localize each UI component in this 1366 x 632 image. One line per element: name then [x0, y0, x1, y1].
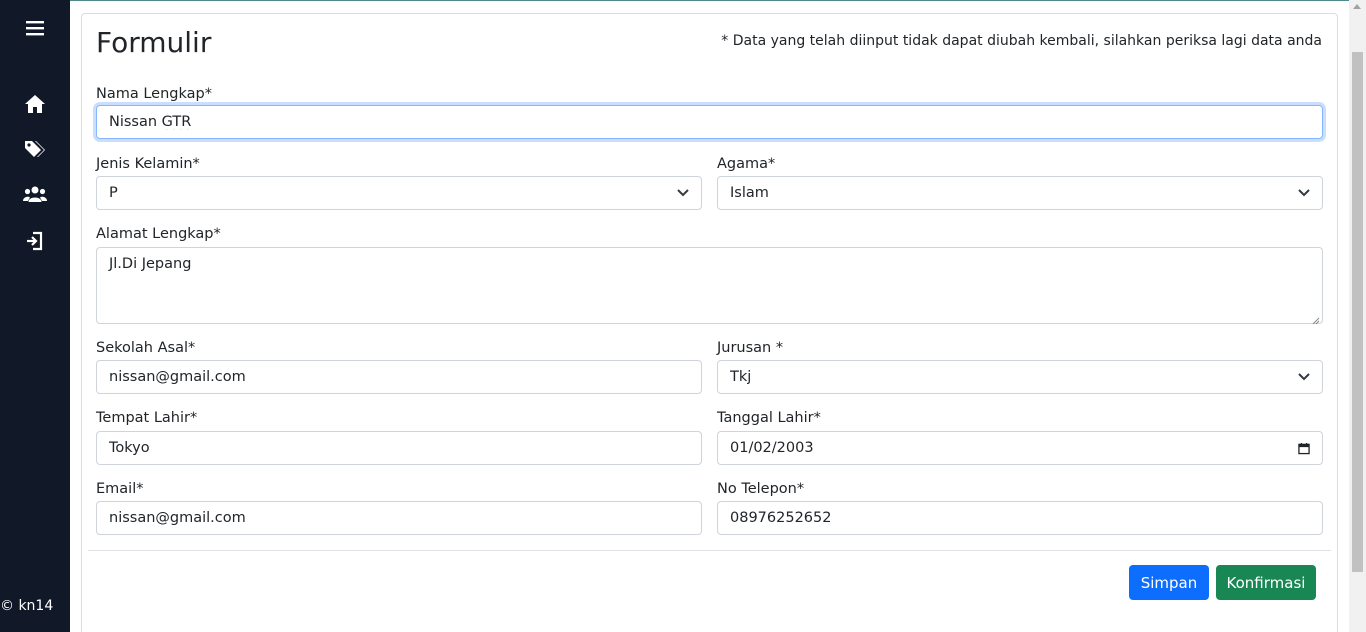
- footer-copyright: © kn14: [0, 598, 54, 614]
- nama-label: Nama Lengkap*: [96, 86, 212, 102]
- jurusan-label: Jurusan *: [717, 340, 784, 356]
- users-icon[interactable]: [23, 182, 47, 206]
- tempat-lahir-value: Tokyo: [109, 440, 150, 456]
- jenis-kelamin-value: P: [109, 185, 118, 201]
- alamat-value: Jl.Di Jepang: [109, 256, 192, 272]
- nama-value-word2: GTR: [161, 114, 192, 130]
- sidebar: © kn14: [0, 0, 70, 632]
- tanggal-lahir-label: Tanggal Lahir*: [717, 410, 821, 426]
- home-icon[interactable]: [23, 92, 47, 116]
- agama-value: Islam: [730, 185, 769, 201]
- simpan-button[interactable]: Simpan: [1129, 565, 1209, 600]
- email-label: Email*: [96, 481, 144, 497]
- jurusan-select[interactable]: Tkj: [717, 360, 1323, 394]
- agama-select[interactable]: Islam: [717, 176, 1323, 210]
- jenis-kelamin-label: Jenis Kelamin*: [96, 156, 200, 172]
- divider: [88, 550, 1331, 551]
- resize-handle-icon[interactable]: [1312, 313, 1320, 325]
- telepon-label: No Telepon*: [717, 481, 805, 497]
- chevron-down-icon: [1298, 187, 1310, 199]
- notice-text: * Data yang telah diinput tidak dapat di…: [721, 33, 1322, 49]
- menu-icon[interactable]: [23, 16, 47, 40]
- telepon-input[interactable]: 08976252652: [717, 501, 1323, 535]
- logout-icon[interactable]: [23, 229, 47, 253]
- chevron-down-icon: [1298, 371, 1310, 383]
- tempat-lahir-input[interactable]: Tokyo: [96, 431, 702, 465]
- sekolah-label: Sekolah Asal*: [96, 340, 196, 356]
- nama-value-word1: Nissan: [109, 114, 158, 130]
- top-border: [70, 0, 1366, 1]
- tags-icon[interactable]: [23, 137, 47, 161]
- telepon-value: 08976252652: [730, 510, 832, 526]
- tanggal-lahir-input[interactable]: 01/02/2003: [717, 431, 1323, 465]
- konfirmasi-button[interactable]: Konfirmasi: [1216, 565, 1316, 600]
- jenis-kelamin-select[interactable]: P: [96, 176, 702, 210]
- email-input[interactable]: nissan@gmail.com: [96, 501, 702, 535]
- tanggal-lahir-value: 01/02/2003: [730, 440, 814, 456]
- alamat-label: Alamat Lengkap*: [96, 226, 221, 242]
- tempat-lahir-label: Tempat Lahir*: [96, 410, 198, 426]
- agama-label: Agama*: [717, 156, 776, 172]
- alamat-textarea[interactable]: Jl.Di Jepang: [96, 247, 1323, 325]
- scroll-up-arrow-icon[interactable]: [1353, 4, 1361, 9]
- calendar-icon[interactable]: [1298, 442, 1310, 454]
- chevron-down-icon: [677, 187, 689, 199]
- email-value: nissan@gmail.com: [109, 510, 246, 526]
- page-title: Formulir: [96, 26, 212, 59]
- nama-input[interactable]: Nissan GTR: [96, 105, 1323, 139]
- jurusan-value: Tkj: [730, 369, 752, 385]
- scrollbar[interactable]: [1349, 0, 1366, 632]
- scrollbar-thumb[interactable]: [1352, 52, 1363, 572]
- sekolah-value: nissan@gmail.com: [109, 369, 246, 385]
- sekolah-input[interactable]: nissan@gmail.com: [96, 360, 702, 394]
